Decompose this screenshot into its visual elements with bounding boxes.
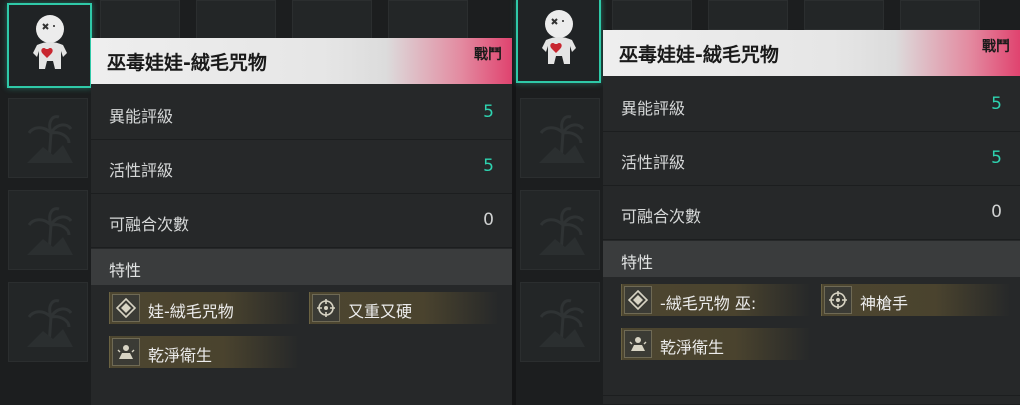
traits-header: 特性	[91, 249, 512, 285]
empty-slot[interactable]	[8, 190, 88, 270]
empty-slot[interactable]	[8, 98, 88, 178]
empty-slot[interactable]	[520, 98, 600, 178]
empty-slot[interactable]	[708, 0, 788, 30]
next-row	[603, 395, 1020, 405]
stat-label: 異能評級	[621, 99, 686, 118]
stat-value: 5	[483, 156, 494, 176]
trait-label: 又重又硬	[348, 302, 413, 321]
stat-value: 5	[991, 148, 1002, 168]
trait-badge[interactable]: 神槍手	[821, 284, 1011, 316]
voodoo-doll-icon	[542, 10, 576, 64]
empty-slot[interactable]	[8, 282, 88, 362]
stat-label: 活性評級	[109, 161, 174, 180]
palm-placeholder-icon	[539, 115, 585, 163]
stat-value: 5	[991, 94, 1002, 114]
empty-slot[interactable]	[900, 0, 980, 30]
diamond-icon	[624, 286, 652, 314]
empty-slot[interactable]	[292, 0, 372, 40]
stat-row: 可融合次數 0	[603, 186, 1020, 240]
item-category-tag: 戰鬥	[474, 47, 502, 63]
crosshair-icon	[312, 294, 340, 322]
clean-icon	[112, 338, 140, 366]
trait-badge[interactable]: -絨毛咒物 巫:	[621, 284, 811, 316]
item-title-bar: 巫毒娃娃-絨毛咒物 戰鬥	[91, 38, 512, 84]
item-title: 巫毒娃娃-絨毛咒物	[107, 52, 267, 74]
trait-badge[interactable]: 乾淨衛生	[109, 336, 299, 368]
palm-placeholder-icon	[539, 299, 585, 347]
trait-badge[interactable]: 娃-絨毛咒物	[109, 292, 301, 324]
empty-slot[interactable]	[196, 0, 276, 40]
trait-label: 神槍手	[860, 294, 909, 313]
stat-row: 活性評級 5	[91, 140, 512, 194]
stat-row: 異能評級 5	[91, 86, 512, 140]
trait-label: 娃-絨毛咒物	[148, 302, 234, 321]
traits-header-label: 特性	[621, 253, 654, 272]
stat-label: 可融合次數	[621, 207, 702, 226]
item-title: 巫毒娃娃-絨毛咒物	[619, 44, 779, 66]
stat-value: 0	[991, 202, 1002, 222]
palm-placeholder-icon	[27, 115, 73, 163]
trait-label: 乾淨衛生	[148, 346, 213, 365]
diamond-icon	[112, 294, 140, 322]
stat-label: 異能評級	[109, 107, 174, 126]
traits-header-label: 特性	[109, 261, 142, 280]
empty-slot[interactable]	[388, 0, 468, 40]
traits-header: 特性	[603, 241, 1020, 277]
selected-item-slot[interactable]	[7, 3, 92, 88]
trait-label: -絨毛咒物 巫:	[660, 294, 757, 313]
stat-row: 活性評級 5	[603, 132, 1020, 186]
empty-slot[interactable]	[100, 0, 180, 40]
item-title-bar: 巫毒娃娃-絨毛咒物 戰鬥	[603, 30, 1020, 76]
item-category-tag: 戰鬥	[982, 39, 1010, 55]
stat-label: 活性評級	[621, 153, 686, 172]
stat-row: 可融合次數 0	[91, 194, 512, 248]
voodoo-doll-icon	[33, 15, 67, 69]
empty-slot[interactable]	[804, 0, 884, 30]
trait-badge[interactable]: 又重又硬	[309, 292, 499, 324]
empty-slot[interactable]	[612, 0, 692, 30]
trait-label: 乾淨衛生	[660, 338, 725, 357]
palm-placeholder-icon	[27, 299, 73, 347]
item-detail-card: 巫毒娃娃-絨毛咒物 戰鬥 異能評級 5 活性評級 5 可融合次數 0 特性 -絨…	[603, 30, 1020, 405]
item-detail-card: 巫毒娃娃-絨毛咒物 戰鬥 異能評級 5 活性評級 5 可融合次數 0 特性 娃-…	[91, 38, 512, 405]
stat-label: 可融合次數	[109, 215, 190, 234]
palm-placeholder-icon	[27, 207, 73, 255]
clean-icon	[624, 330, 652, 358]
palm-placeholder-icon	[539, 207, 585, 255]
empty-slot[interactable]	[520, 190, 600, 270]
empty-slot[interactable]	[520, 282, 600, 362]
stat-value: 0	[483, 210, 494, 230]
stat-value: 5	[483, 102, 494, 122]
selected-item-slot[interactable]	[516, 0, 601, 83]
stat-row: 異能評級 5	[603, 78, 1020, 132]
trait-badge[interactable]: 乾淨衛生	[621, 328, 811, 360]
crosshair-icon	[824, 286, 852, 314]
